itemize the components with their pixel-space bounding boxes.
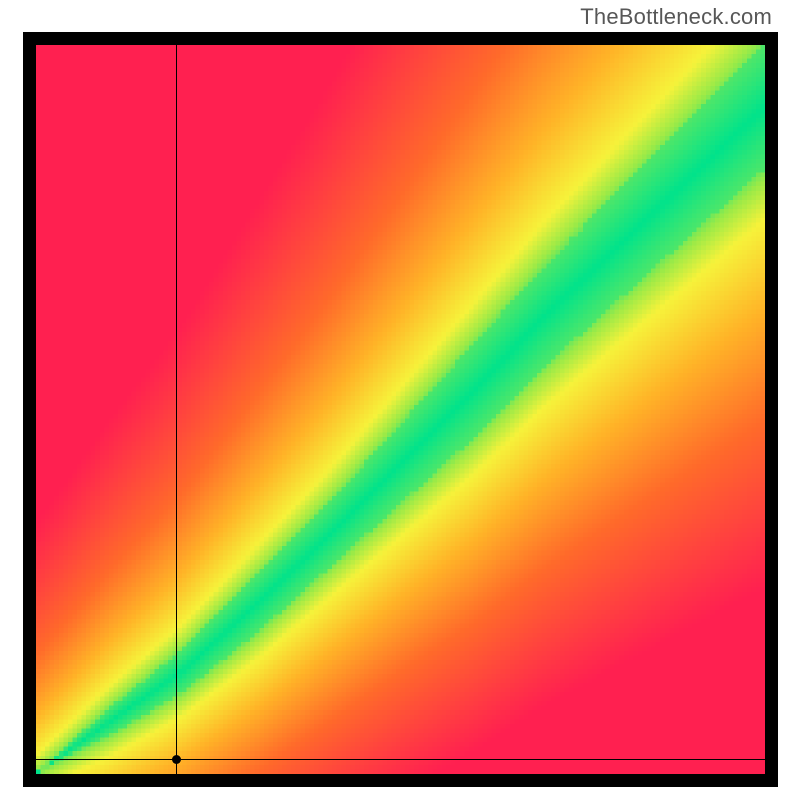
crosshair-vertical: [176, 45, 177, 774]
heatmap-canvas: [36, 45, 765, 774]
crosshair-horizontal: [36, 759, 765, 760]
heatmap-area: [36, 45, 765, 774]
chart-container: TheBottleneck.com: [0, 0, 800, 800]
crosshair-point: [172, 755, 181, 764]
watermark-text: TheBottleneck.com: [580, 4, 772, 30]
